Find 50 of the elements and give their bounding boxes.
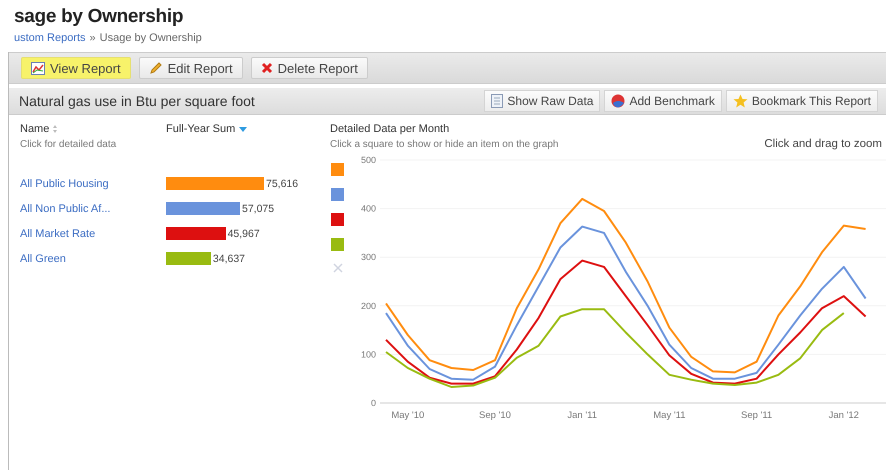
pencil-icon	[148, 61, 163, 75]
breadcrumb-item: »	[90, 32, 96, 44]
axis-label: Jan '12	[828, 410, 859, 421]
action-button[interactable]: Bookmark This Report	[726, 90, 878, 112]
sort-icon[interactable]	[53, 125, 58, 133]
sum-value: 45,967	[228, 228, 260, 240]
chart-icon	[31, 62, 45, 74]
sum-value: 57,075	[242, 202, 274, 214]
item-link[interactable]: All Green	[20, 252, 166, 264]
legend-toggle[interactable]	[331, 163, 344, 176]
column-heading[interactable]: Full-Year Sum	[166, 123, 236, 135]
star-icon	[732, 94, 748, 108]
action-button[interactable]: Show Raw Data	[484, 90, 600, 112]
column-heading[interactable]: Name	[20, 123, 50, 135]
axis-label: 400	[360, 204, 376, 214]
sum-value: 75,616	[266, 178, 298, 190]
axis-label: May '11	[653, 410, 686, 421]
axis-label: May '10	[391, 410, 424, 421]
axis-label: 200	[360, 300, 376, 311]
globe-icon	[611, 94, 626, 108]
axis-label: 500	[360, 155, 376, 165]
sort-descending-icon[interactable]	[239, 126, 248, 132]
hint-text: Click a square to show or hide an item on the graph	[330, 139, 558, 150]
axis-label: 300	[360, 252, 376, 262]
section-heading: Detailed Data per Month	[330, 123, 450, 135]
legend-toggle[interactable]	[331, 238, 344, 251]
toolbar-button[interactable]: Edit Report	[138, 57, 243, 79]
breadcrumb-item: Usage by Ownership	[100, 32, 202, 44]
toolbar-button[interactable]: Delete Report	[250, 57, 368, 79]
legend-toggle[interactable]	[331, 188, 344, 201]
axis-label: Sep '10	[479, 410, 511, 421]
axis-label: 0	[370, 398, 376, 408]
hint-text: Click for detailed data	[20, 139, 118, 150]
item-link[interactable]: All Non Public Af...	[20, 202, 166, 214]
document-icon	[491, 94, 504, 108]
zoom-hint: Click and drag to zoom	[764, 138, 882, 150]
report-subtitle: Natural gas use in Btu per square foot	[19, 93, 255, 109]
sum-value: 34,637	[212, 252, 246, 264]
action-button[interactable]: Add Benchmark	[604, 90, 722, 112]
axis-label: 100	[360, 349, 376, 360]
breadcrumb-link[interactable]: ustom Reports	[14, 32, 86, 44]
axis-label: Jan '11	[567, 410, 598, 421]
axis-label: Sep '11	[741, 410, 772, 421]
page-title: sage by Ownership	[14, 6, 184, 28]
close-icon[interactable]	[333, 263, 343, 273]
legend-toggle[interactable]	[331, 213, 344, 226]
item-link[interactable]: All Market Rate	[20, 228, 166, 240]
item-link[interactable]: All Public Housing	[20, 178, 166, 190]
toolbar-button[interactable]: View Report	[21, 57, 131, 79]
delete-icon	[260, 62, 273, 74]
